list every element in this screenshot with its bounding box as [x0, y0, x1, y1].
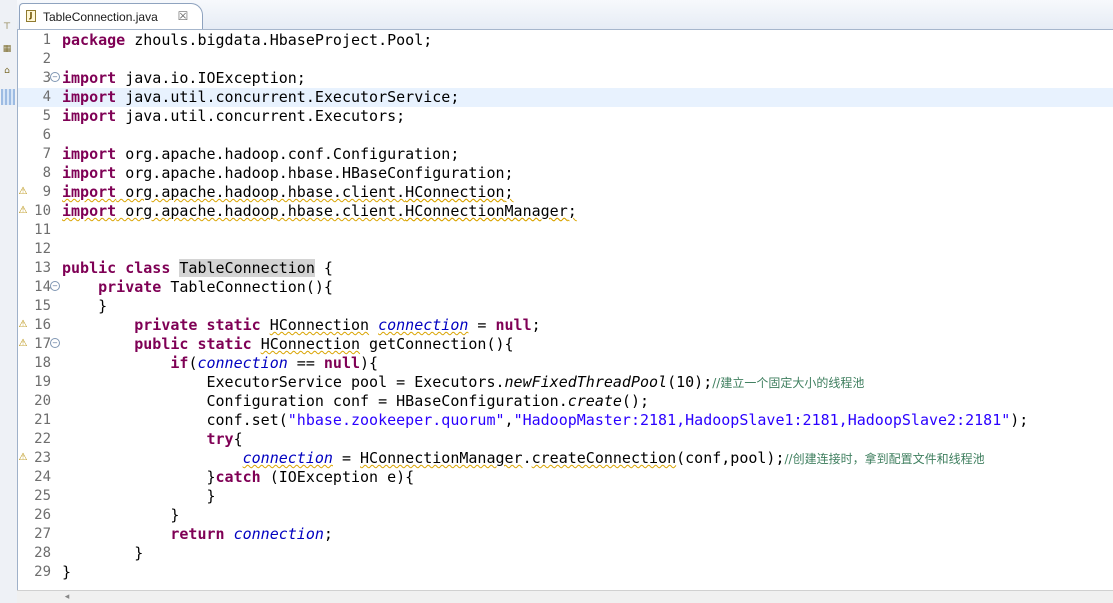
- close-tab-icon[interactable]: ☒: [175, 8, 191, 24]
- code-text[interactable]: }: [62, 544, 143, 563]
- line-number: 26: [34, 507, 51, 523]
- code-text[interactable]: return connection;: [62, 525, 333, 544]
- tab-title: TableConnection.java: [43, 10, 158, 24]
- code-text[interactable]: if(connection == null){: [62, 354, 378, 373]
- code-text[interactable]: ExecutorService pool = Executors.newFixe…: [62, 373, 864, 393]
- line-number: 23: [34, 450, 51, 466]
- code-text[interactable]: }: [62, 297, 107, 316]
- code-text[interactable]: package zhouls.bigdata.HbaseProject.Pool…: [62, 31, 432, 50]
- code-line[interactable]: 25 }: [18, 487, 1113, 506]
- code-text[interactable]: import java.util.concurrent.ExecutorServ…: [62, 88, 459, 107]
- code-line[interactable]: 14− private TableConnection(){: [18, 278, 1113, 297]
- line-number: 11: [34, 222, 51, 238]
- code-line[interactable]: 21 conf.set("hbase.zookeeper.quorum","Ha…: [18, 411, 1113, 430]
- code-line[interactable]: 5 import java.util.concurrent.Executors;: [18, 107, 1113, 126]
- code-line[interactable]: ⚠ 23 connection = HConnectionManager.crea…: [18, 449, 1113, 468]
- horizontal-scrollbar[interactable]: ◂: [17, 590, 1113, 603]
- code-text[interactable]: try{: [62, 430, 243, 449]
- line-number: 1: [42, 32, 51, 48]
- code-line[interactable]: 13 public class TableConnection {: [18, 259, 1113, 278]
- line-number: 13: [34, 260, 51, 276]
- line-number: 8: [42, 165, 51, 181]
- code-text[interactable]: import org.apache.hadoop.hbase.HBaseConf…: [62, 164, 514, 183]
- code-text[interactable]: import org.apache.hadoop.hbase.client.HC…: [62, 202, 577, 221]
- code-text[interactable]: public static HConnection getConnection(…: [62, 335, 513, 354]
- line-number: 29: [34, 564, 51, 580]
- line-number: 7: [42, 146, 51, 162]
- code-text[interactable]: conf.set("hbase.zookeeper.quorum","Hadoo…: [62, 411, 1028, 430]
- fold-toggle-icon[interactable]: −: [50, 281, 60, 291]
- code-line[interactable]: 12: [18, 240, 1113, 259]
- line-number: 16: [34, 317, 51, 333]
- line-number: 27: [34, 526, 51, 542]
- java-file-icon: J: [26, 10, 36, 22]
- code-line[interactable]: 18 if(connection == null){: [18, 354, 1113, 373]
- line-number: 22: [34, 431, 51, 447]
- code-line[interactable]: 3− import java.io.IOException;: [18, 69, 1113, 88]
- code-text[interactable]: }: [62, 487, 215, 506]
- line-number: 10: [34, 203, 51, 219]
- code-text[interactable]: }: [62, 506, 179, 525]
- code-line[interactable]: ⚠ 17− public static HConnection getConnec…: [18, 335, 1113, 354]
- folder-icon[interactable]: ⌂: [1, 66, 13, 76]
- code-line[interactable]: ⚠ 16 private static HConnection connectio…: [18, 316, 1113, 335]
- code-text[interactable]: import org.apache.hadoop.hbase.client.HC…: [62, 183, 514, 202]
- editor-tab-tableconnection[interactable]: J TableConnection.java ☒: [19, 3, 203, 29]
- line-number: 28: [34, 545, 51, 561]
- line-number: 6: [42, 127, 51, 143]
- line-number: 24: [34, 469, 51, 485]
- code-line[interactable]: 29}: [18, 563, 1113, 582]
- code-text[interactable]: private static HConnection connection = …: [62, 316, 540, 335]
- line-number: 3: [42, 70, 51, 86]
- line-number: 2: [42, 51, 51, 67]
- code-line[interactable]: 1 package zhouls.bigdata.HbaseProject.Poo…: [18, 31, 1113, 50]
- line-number: 4: [42, 89, 51, 105]
- code-text[interactable]: }: [62, 563, 71, 582]
- code-text[interactable]: }catch (IOException e){: [62, 468, 414, 487]
- code-text[interactable]: Configuration conf = HBaseConfiguration.…: [62, 392, 649, 411]
- editor-tab-bar: J TableConnection.java ☒: [17, 0, 1113, 30]
- code-line[interactable]: 2: [18, 50, 1113, 69]
- outline-icon[interactable]: ⊤: [1, 22, 13, 32]
- code-line[interactable]: ⚠ 9 import org.apache.hadoop.hbase.client.…: [18, 183, 1113, 202]
- fold-toggle-icon[interactable]: −: [50, 72, 60, 82]
- line-number: 21: [34, 412, 51, 428]
- code-editor[interactable]: 1 package zhouls.bigdata.HbaseProject.Poo…: [1, 30, 1113, 591]
- current-line-marker-icon: [1, 89, 15, 105]
- line-number: 12: [34, 241, 51, 257]
- code-text[interactable]: import java.util.concurrent.Executors;: [62, 107, 405, 126]
- line-number: 5: [42, 108, 51, 124]
- code-line[interactable]: 27 return connection;: [18, 525, 1113, 544]
- code-line[interactable]: 8 import org.apache.hadoop.hbase.HBaseCon…: [18, 164, 1113, 183]
- code-line[interactable]: 24 }catch (IOException e){: [18, 468, 1113, 487]
- code-line[interactable]: 28 }: [18, 544, 1113, 563]
- code-text[interactable]: public class TableConnection {: [62, 259, 333, 278]
- fold-toggle-icon[interactable]: −: [50, 338, 60, 348]
- line-number: 15: [34, 298, 51, 314]
- line-number: 9: [42, 184, 51, 200]
- line-number: 20: [34, 393, 51, 409]
- code-text[interactable]: import org.apache.hadoop.conf.Configurat…: [62, 145, 459, 164]
- code-line[interactable]: 6: [18, 126, 1113, 145]
- code-line[interactable]: ⚠ 10 import org.apache.hadoop.hbase.client…: [18, 202, 1113, 221]
- code-line[interactable]: 20 Configuration conf = HBaseConfigurati…: [18, 392, 1113, 411]
- code-line[interactable]: 11: [18, 221, 1113, 240]
- code-line[interactable]: 4 import java.util.concurrent.ExecutorSer…: [1, 88, 1113, 107]
- line-number: 14: [34, 279, 51, 295]
- code-line[interactable]: 19 ExecutorService pool = Executors.newF…: [18, 373, 1113, 392]
- code-text[interactable]: import java.io.IOException;: [62, 69, 306, 88]
- code-line[interactable]: 15 }: [18, 297, 1113, 316]
- code-line[interactable]: 22 try{: [18, 430, 1113, 449]
- code-text[interactable]: connection = HConnectionManager.createCo…: [62, 449, 985, 469]
- code-line[interactable]: 26 }: [18, 506, 1113, 525]
- line-number: 19: [34, 374, 51, 390]
- code-line[interactable]: 7 import org.apache.hadoop.conf.Configura…: [18, 145, 1113, 164]
- line-number: 18: [34, 355, 51, 371]
- code-text[interactable]: private TableConnection(){: [62, 278, 333, 297]
- line-number: 25: [34, 488, 51, 504]
- scroll-left-icon[interactable]: ◂: [61, 591, 73, 603]
- line-number: 17: [34, 336, 51, 352]
- hierarchy-icon[interactable]: ▦: [1, 44, 13, 54]
